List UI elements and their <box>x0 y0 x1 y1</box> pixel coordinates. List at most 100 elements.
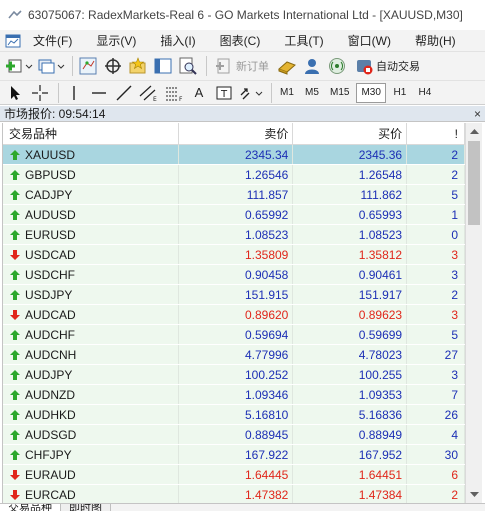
spread-cell: 27 <box>407 345 465 364</box>
market-watch-button[interactable] <box>77 55 99 77</box>
table-row[interactable]: AUDCHF 0.59694 0.59699 5 <box>3 325 465 345</box>
text-label-button[interactable]: T <box>213 82 235 104</box>
column-header-ask[interactable]: 买价 <box>293 123 408 144</box>
favorites-button[interactable] <box>127 55 149 77</box>
spread-value: 1 <box>451 207 458 222</box>
spread-cell: 2 <box>407 285 465 304</box>
cursor-tool-button[interactable] <box>4 82 26 104</box>
spread-value: 2 <box>451 147 458 162</box>
tab-symbols[interactable]: 交易品种 <box>0 504 61 511</box>
crosshair-target-icon <box>105 58 121 74</box>
arrow-up-icon <box>10 289 20 300</box>
strategy-tester-button[interactable] <box>177 55 199 77</box>
arrow-up-icon <box>10 209 20 220</box>
column-header-symbol[interactable]: 交易品种 <box>3 123 179 144</box>
menu-help[interactable]: 帮助(H) <box>409 32 462 49</box>
new-order-button[interactable]: 新订单 <box>211 55 273 77</box>
column-header-spread[interactable]: ! <box>407 123 465 144</box>
new-chart-icon <box>6 59 33 73</box>
auto-trading-icon <box>357 60 373 75</box>
menu-charts[interactable]: 图表(C) <box>214 32 267 49</box>
equidistant-channel-button[interactable]: E <box>138 82 160 104</box>
scroll-down-button[interactable] <box>466 487 482 503</box>
arrow-down-icon <box>10 249 20 260</box>
text-tool-button[interactable]: A <box>188 82 210 104</box>
arrow-up-icon <box>10 189 20 200</box>
table-row[interactable]: AUDHKD 5.16810 5.16836 26 <box>3 405 465 425</box>
metaeditor-button[interactable] <box>276 55 298 77</box>
terminal-button[interactable] <box>152 55 174 77</box>
crosshair-tool-button[interactable] <box>29 82 51 104</box>
tab-tick-chart[interactable]: 即时图 <box>61 504 111 511</box>
new-chart-button[interactable] <box>4 55 34 77</box>
spread-value: 2 <box>451 167 458 182</box>
spread-cell: 7 <box>407 385 465 404</box>
table-row[interactable]: AUDNZD 1.09346 1.09353 7 <box>3 385 465 405</box>
table-row[interactable]: AUDJPY 100.252 100.255 3 <box>3 365 465 385</box>
spread-cell: 2 <box>407 165 465 184</box>
spread-value: 4 <box>451 427 458 442</box>
scroll-up-button[interactable] <box>466 123 482 139</box>
bid-cell: 0.65992 <box>179 205 294 224</box>
table-row[interactable]: EURCAD 1.47382 1.47384 2 <box>3 485 465 503</box>
table-row[interactable]: EURUSD 1.08523 1.08523 0 <box>3 225 465 245</box>
arrow-up-icon <box>10 449 20 460</box>
arrows-dropdown-button[interactable] <box>238 82 264 104</box>
table-row[interactable]: CADJPY 111.857 111.862 5 <box>3 185 465 205</box>
timeframe-h1[interactable]: H1 <box>389 83 411 103</box>
community-button[interactable] <box>301 55 323 77</box>
timeframe-m30[interactable]: M30 <box>356 82 386 103</box>
table-row[interactable]: CHFJPY 167.922 167.952 30 <box>3 445 465 465</box>
scrollbar-thumb[interactable] <box>468 141 480 225</box>
chevron-down-icon <box>469 492 479 497</box>
channel-icon: E <box>139 85 157 102</box>
symbol-cell: GBPUSD <box>3 165 179 184</box>
symbol-name: AUDCAD <box>25 307 76 322</box>
crosshair-icon <box>32 84 48 101</box>
timeframe-m15[interactable]: M15 <box>326 83 353 103</box>
vertical-scrollbar[interactable] <box>465 123 482 503</box>
auto-trading-button[interactable]: 自动交易 <box>351 55 424 77</box>
menu-view[interactable]: 显示(V) <box>90 32 142 49</box>
trendline-button[interactable] <box>113 82 135 104</box>
vertical-line-button[interactable] <box>63 82 85 104</box>
symbol-cell: AUDHKD <box>3 405 179 424</box>
chart-window-icon[interactable] <box>5 34 21 48</box>
timeframe-h4[interactable]: H4 <box>414 83 436 103</box>
horizontal-line-button[interactable] <box>88 82 110 104</box>
close-icon[interactable]: × <box>474 107 481 121</box>
table-body: XAUUSD 2345.34 2345.36 2 GBPUSD 1.26546 1.2654… <box>3 145 465 503</box>
table-row[interactable]: USDCHF 0.90458 0.90461 3 <box>3 265 465 285</box>
market-watch-table: 交易品种 卖价 买价 ! XAUUSD 2345.34 2345.36 2 GBPUSD… <box>2 123 465 503</box>
menu-tools[interactable]: 工具(T) <box>278 32 329 49</box>
signals-button[interactable] <box>326 55 348 77</box>
table-row[interactable]: USDCAD 1.35809 1.35812 3 <box>3 245 465 265</box>
profiles-button[interactable] <box>37 55 65 77</box>
timeframe-m1[interactable]: M1 <box>276 83 298 103</box>
table-row[interactable]: AUDCAD 0.89620 0.89623 3 <box>3 305 465 325</box>
bid-cell: 1.35809 <box>179 245 294 264</box>
market-watch-icon <box>79 57 97 75</box>
arrow-up-icon <box>10 349 20 360</box>
spread-cell: 5 <box>407 185 465 204</box>
symbol-cell: AUDNZD <box>3 385 179 404</box>
column-header-bid[interactable]: 卖价 <box>179 123 294 144</box>
table-row[interactable]: XAUUSD 2345.34 2345.36 2 <box>3 145 465 165</box>
fibonacci-button[interactable]: F <box>163 82 185 104</box>
table-row[interactable]: EURAUD 1.64445 1.64451 6 <box>3 465 465 485</box>
menu-file[interactable]: 文件(F) <box>27 32 78 49</box>
table-row[interactable]: AUDCNH 4.77996 4.78023 27 <box>3 345 465 365</box>
table-row[interactable]: USDJPY 151.915 151.917 2 <box>3 285 465 305</box>
timeframe-m5[interactable]: M5 <box>301 83 323 103</box>
symbol-cell: EURUSD <box>3 225 179 244</box>
profiles-icon <box>38 59 65 74</box>
menu-window[interactable]: 窗口(W) <box>342 32 397 49</box>
table-row[interactable]: AUDSGD 0.88945 0.88949 4 <box>3 425 465 445</box>
table-row[interactable]: GBPUSD 1.26546 1.26548 2 <box>3 165 465 185</box>
spread-value: 6 <box>451 467 458 482</box>
menu-insert[interactable]: 插入(I) <box>154 32 201 49</box>
navigator-button[interactable] <box>102 55 124 77</box>
table-row[interactable]: AUDUSD 0.65992 0.65993 1 <box>3 205 465 225</box>
ask-price: 0.65993 <box>358 207 403 222</box>
spread-value: 27 <box>444 347 458 362</box>
